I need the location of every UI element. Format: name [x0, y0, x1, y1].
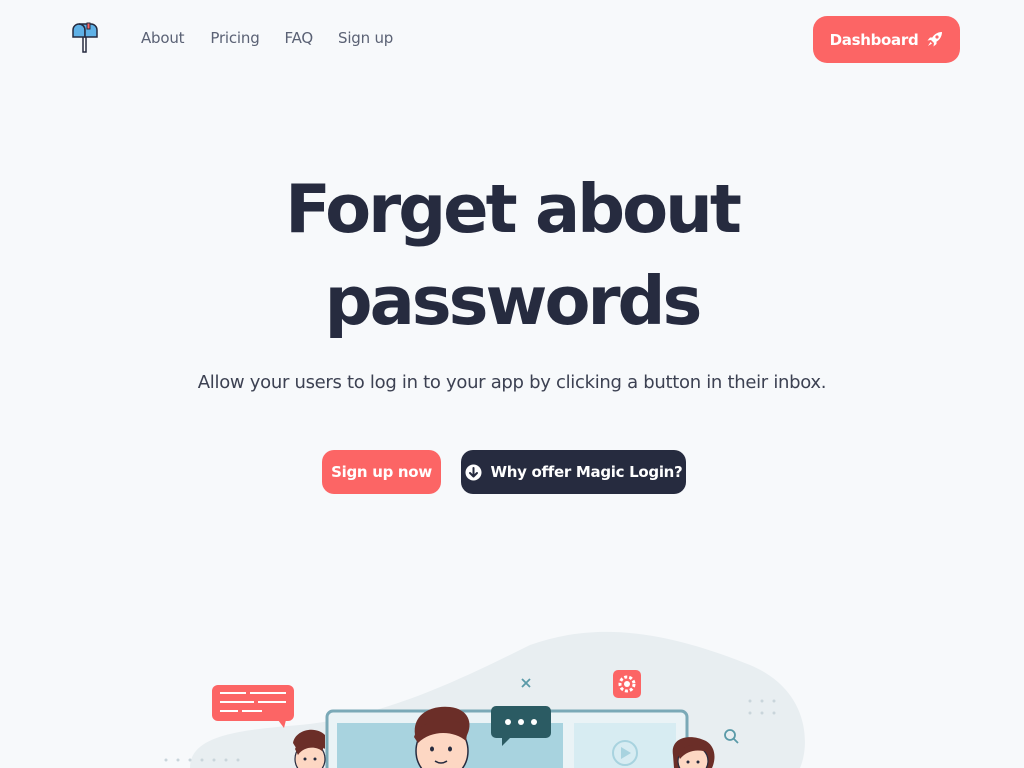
- chat-bubble-left-icon: [212, 685, 294, 728]
- person-left-avatar: [293, 729, 326, 768]
- hero-illustration: [164, 631, 805, 768]
- nav-link-pricing[interactable]: Pricing: [210, 29, 259, 47]
- arrow-down-circle-icon: [465, 464, 482, 480]
- top-nav: About Pricing FAQ Sign up Dashboard: [0, 0, 1024, 78]
- settings-gear-icon: [613, 670, 641, 698]
- dashboard-button[interactable]: Dashboard: [813, 16, 960, 63]
- hero-title: Forget about passwords: [0, 163, 1024, 347]
- why-magic-login-button[interactable]: Why offer Magic Login?: [461, 450, 686, 494]
- dashboard-label: Dashboard: [829, 30, 919, 49]
- person-center-avatar: [414, 706, 470, 768]
- hero-title-line-1: Forget about: [285, 170, 742, 248]
- nav-link-signup[interactable]: Sign up: [338, 29, 393, 47]
- mailbox-logo-icon[interactable]: [70, 22, 98, 54]
- hero-title-line-2: passwords: [324, 262, 703, 340]
- primary-nav: About Pricing FAQ Sign up: [141, 29, 418, 47]
- why-magic-login-label: Why offer Magic Login?: [490, 463, 683, 481]
- signup-now-button[interactable]: Sign up now: [322, 450, 441, 494]
- nav-link-about[interactable]: About: [141, 29, 185, 47]
- hero-subtitle: Allow your users to log in to your app b…: [197, 372, 827, 393]
- nav-link-faq[interactable]: FAQ: [285, 29, 314, 47]
- rocket-icon: [927, 32, 943, 47]
